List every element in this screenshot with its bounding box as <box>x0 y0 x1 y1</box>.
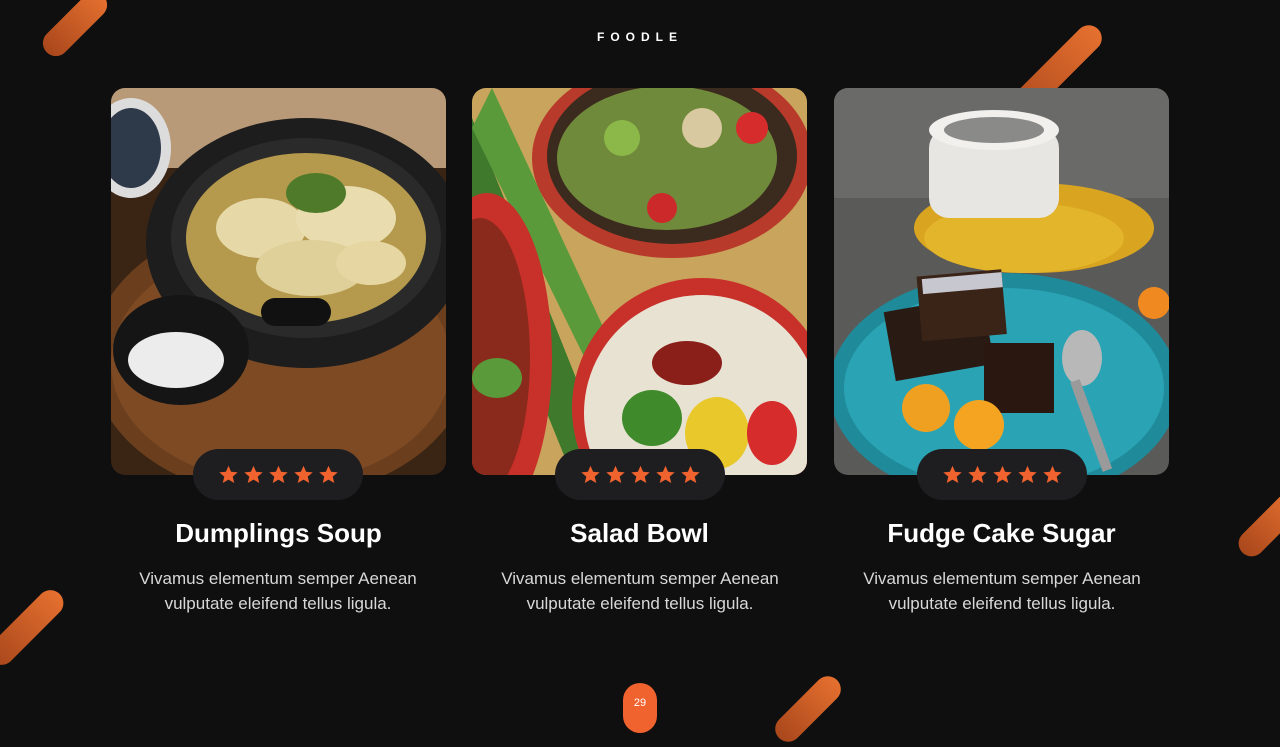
star-icon <box>605 465 625 483</box>
star-icon <box>268 465 288 483</box>
star-icon <box>942 465 962 483</box>
decorative-pill <box>769 670 847 747</box>
decorative-pill <box>0 584 69 671</box>
star-icon <box>1017 465 1037 483</box>
card-title: Dumplings Soup <box>175 518 382 548</box>
page-number: 29 <box>623 683 657 733</box>
star-icon <box>218 465 238 483</box>
star-rating <box>193 449 363 500</box>
star-icon <box>630 465 650 483</box>
brand-logo: FOODLE <box>597 30 683 44</box>
card-description: Vivamus elementum semper Aenean vulputat… <box>863 569 1141 613</box>
star-rating <box>917 449 1087 500</box>
star-icon <box>1042 465 1062 483</box>
star-icon <box>967 465 987 483</box>
card-title: Fudge Cake Sugar <box>887 518 1116 548</box>
card-description: Vivamus elementum semper Aenean vulputat… <box>501 569 779 613</box>
star-icon <box>655 465 675 483</box>
decorative-pill <box>1233 488 1280 562</box>
card-description: Vivamus elementum semper Aenean vulputat… <box>139 569 417 613</box>
card-title: Salad Bowl <box>570 518 709 548</box>
star-icon <box>992 465 1012 483</box>
star-rating <box>555 449 725 500</box>
star-icon <box>318 465 338 483</box>
star-icon <box>580 465 600 483</box>
star-icon <box>293 465 313 483</box>
dumplings-soup-photo <box>111 88 446 475</box>
fudge-cake-photo <box>834 88 1169 475</box>
star-icon <box>680 465 700 483</box>
salad-bowl-photo <box>472 88 807 475</box>
star-icon <box>243 465 263 483</box>
